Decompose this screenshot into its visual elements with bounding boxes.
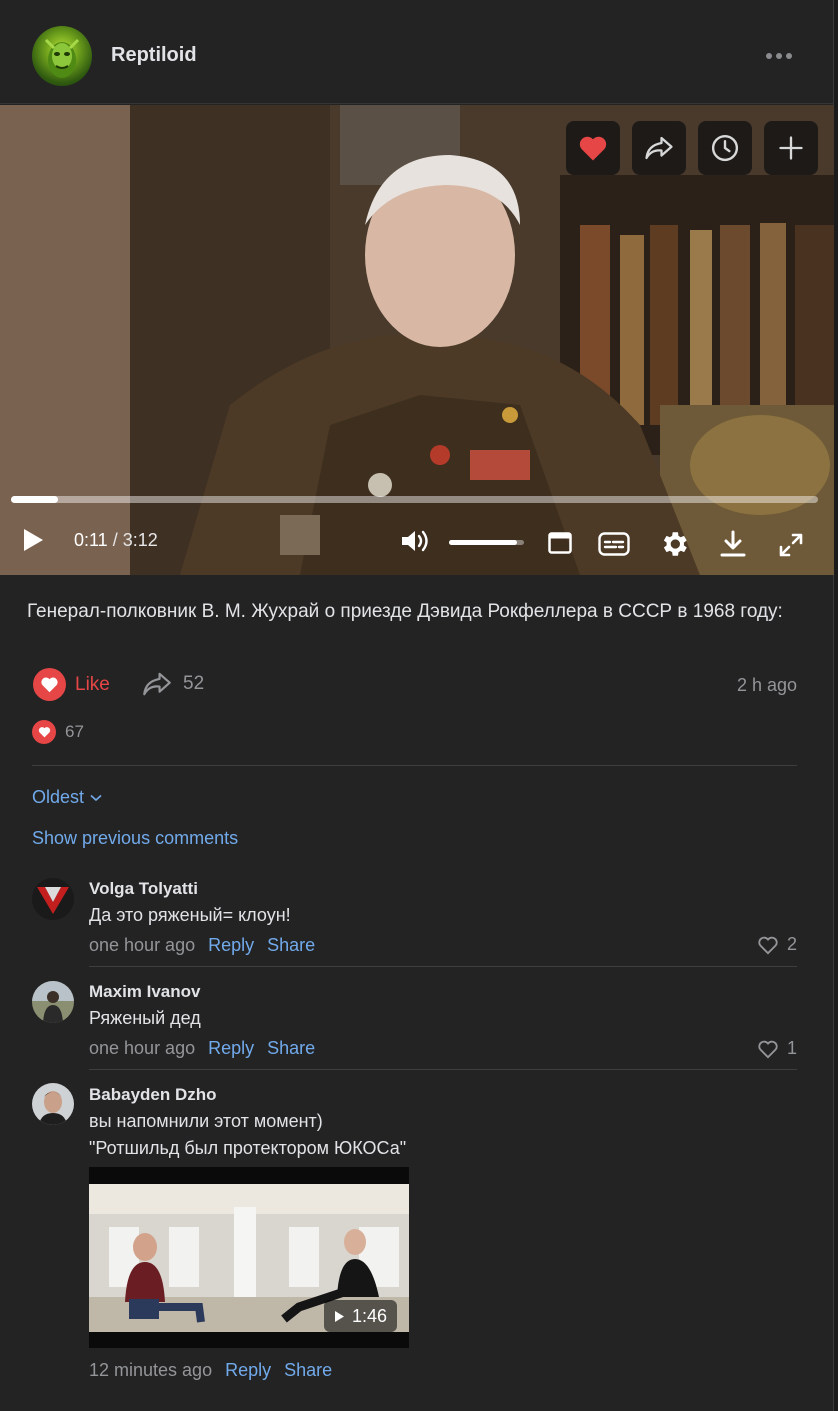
video-time: 0:11 / 3:12: [74, 530, 158, 551]
show-previous-comments[interactable]: Show previous comments: [32, 828, 238, 849]
comment-meta: 12 minutes ago Reply Share: [89, 1360, 332, 1381]
reaction-heart: [32, 720, 56, 744]
video-frame: [0, 105, 834, 575]
author-avatar[interactable]: [32, 26, 92, 86]
comment-text-line: вы напомнили этот момент): [89, 1111, 323, 1131]
share-icon: [143, 672, 171, 696]
divider: [32, 765, 797, 766]
video-progress-fill: [11, 496, 58, 503]
reactions-summary[interactable]: 67: [32, 720, 84, 744]
clock-icon: [711, 134, 739, 162]
video-controls: 0:11 / 3:12: [0, 510, 834, 570]
comment-like-button[interactable]: 2: [757, 934, 797, 955]
comment-video-attachment[interactable]: 1:46: [89, 1167, 409, 1348]
comment-time[interactable]: 12 minutes ago: [89, 1360, 212, 1381]
play-button[interactable]: [22, 528, 44, 552]
post-header: Reptiloid: [0, 0, 834, 104]
more-options-button[interactable]: [764, 44, 794, 68]
volume-button[interactable]: [400, 528, 432, 554]
reply-button[interactable]: Reply: [208, 1038, 254, 1059]
subtitles-icon: [598, 532, 630, 556]
reply-button[interactable]: Reply: [208, 935, 254, 956]
commenter-avatar[interactable]: [32, 1083, 74, 1125]
comment-time[interactable]: one hour ago: [89, 935, 195, 956]
divider: [89, 966, 797, 967]
share-link[interactable]: Share: [267, 1038, 315, 1059]
comment-meta: one hour ago Reply Share: [89, 1038, 315, 1059]
share-button[interactable]: 52: [141, 670, 204, 698]
miniplayer-icon: [548, 532, 572, 554]
settings-button[interactable]: [658, 528, 690, 560]
watch-later-button[interactable]: [698, 121, 752, 175]
comment-text: Да это ряженый= клоун!: [89, 905, 291, 925]
fullscreen-button[interactable]: [778, 532, 804, 558]
share-icon: [645, 136, 673, 160]
chevron-down-icon: [90, 794, 102, 801]
comment-text: Ряженый дед: [89, 1008, 201, 1028]
comment-like-count: 1: [786, 1038, 797, 1058]
play-icon: [24, 529, 43, 551]
heart-outline-icon: [758, 936, 778, 954]
heart-icon: [38, 727, 50, 738]
dot: [766, 53, 772, 59]
dot: [776, 53, 782, 59]
commenter-name[interactable]: Volga Tolyatti: [89, 879, 198, 899]
sort-label: Oldest: [32, 787, 85, 807]
volume-icon: [402, 530, 428, 552]
download-icon: [720, 530, 746, 557]
fullscreen-icon: [779, 533, 803, 557]
attachment-duration: 1:46: [351, 1305, 387, 1326]
like-button[interactable]: Like: [33, 668, 110, 701]
plus-icon: [779, 136, 803, 160]
volume-fill: [449, 540, 517, 545]
current-time: 0:11: [74, 530, 108, 550]
commenter-name[interactable]: Maxim Ivanov: [89, 982, 201, 1002]
post-card: Reptiloid 0:11 / 3:12 Генерал-полковник …: [0, 0, 834, 1411]
video-player[interactable]: 0:11 / 3:12: [0, 105, 834, 575]
divider: [89, 1069, 797, 1070]
commenter-avatar[interactable]: [32, 981, 74, 1023]
heart-icon: [41, 677, 58, 693]
volume-slider[interactable]: [449, 540, 524, 545]
heart-icon: [579, 136, 607, 161]
share-overlay-button[interactable]: [632, 121, 686, 175]
like-overlay-button[interactable]: [566, 121, 620, 175]
post-time[interactable]: 2 h ago: [737, 675, 797, 696]
add-video-button[interactable]: [764, 121, 818, 175]
like-label: Like: [75, 673, 110, 695]
commenter-name[interactable]: Babayden Dzho: [89, 1085, 217, 1105]
settings-icon: [663, 532, 687, 556]
share-link[interactable]: Share: [284, 1360, 332, 1381]
comment-meta: one hour ago Reply Share: [89, 935, 315, 956]
reply-button[interactable]: Reply: [225, 1360, 271, 1381]
reaction-count: 67: [65, 722, 84, 741]
comment-time[interactable]: one hour ago: [89, 1038, 195, 1059]
comment-like-count: 2: [786, 934, 797, 954]
comment-sort-dropdown[interactable]: Oldest: [32, 787, 102, 808]
share-link[interactable]: Share: [267, 935, 315, 956]
miniplayer-button[interactable]: [548, 532, 572, 554]
post-text: Генерал-полковник В. М. Жухрай о приезде…: [27, 601, 783, 622]
heart-outline-icon: [758, 1040, 778, 1058]
comment-text-line: "Ротшильд был протектором ЮКОСа": [89, 1138, 407, 1158]
author-name[interactable]: Reptiloid: [111, 44, 197, 67]
video-progress-bar[interactable]: [11, 496, 818, 503]
attachment-duration-badge: 1:46: [323, 1300, 397, 1332]
play-icon: [334, 1310, 344, 1322]
video-duration: 3:12: [122, 530, 158, 550]
download-button[interactable]: [720, 530, 746, 558]
dot: [786, 53, 792, 59]
post-actions: Like 52 2 h ago: [0, 662, 834, 708]
time-separator: /: [107, 530, 123, 550]
share-count: 52: [183, 673, 205, 694]
subtitles-button[interactable]: [598, 532, 630, 556]
commenter-avatar[interactable]: [32, 878, 74, 920]
comment-like-button[interactable]: 1: [757, 1038, 797, 1059]
like-circle: [33, 668, 66, 701]
